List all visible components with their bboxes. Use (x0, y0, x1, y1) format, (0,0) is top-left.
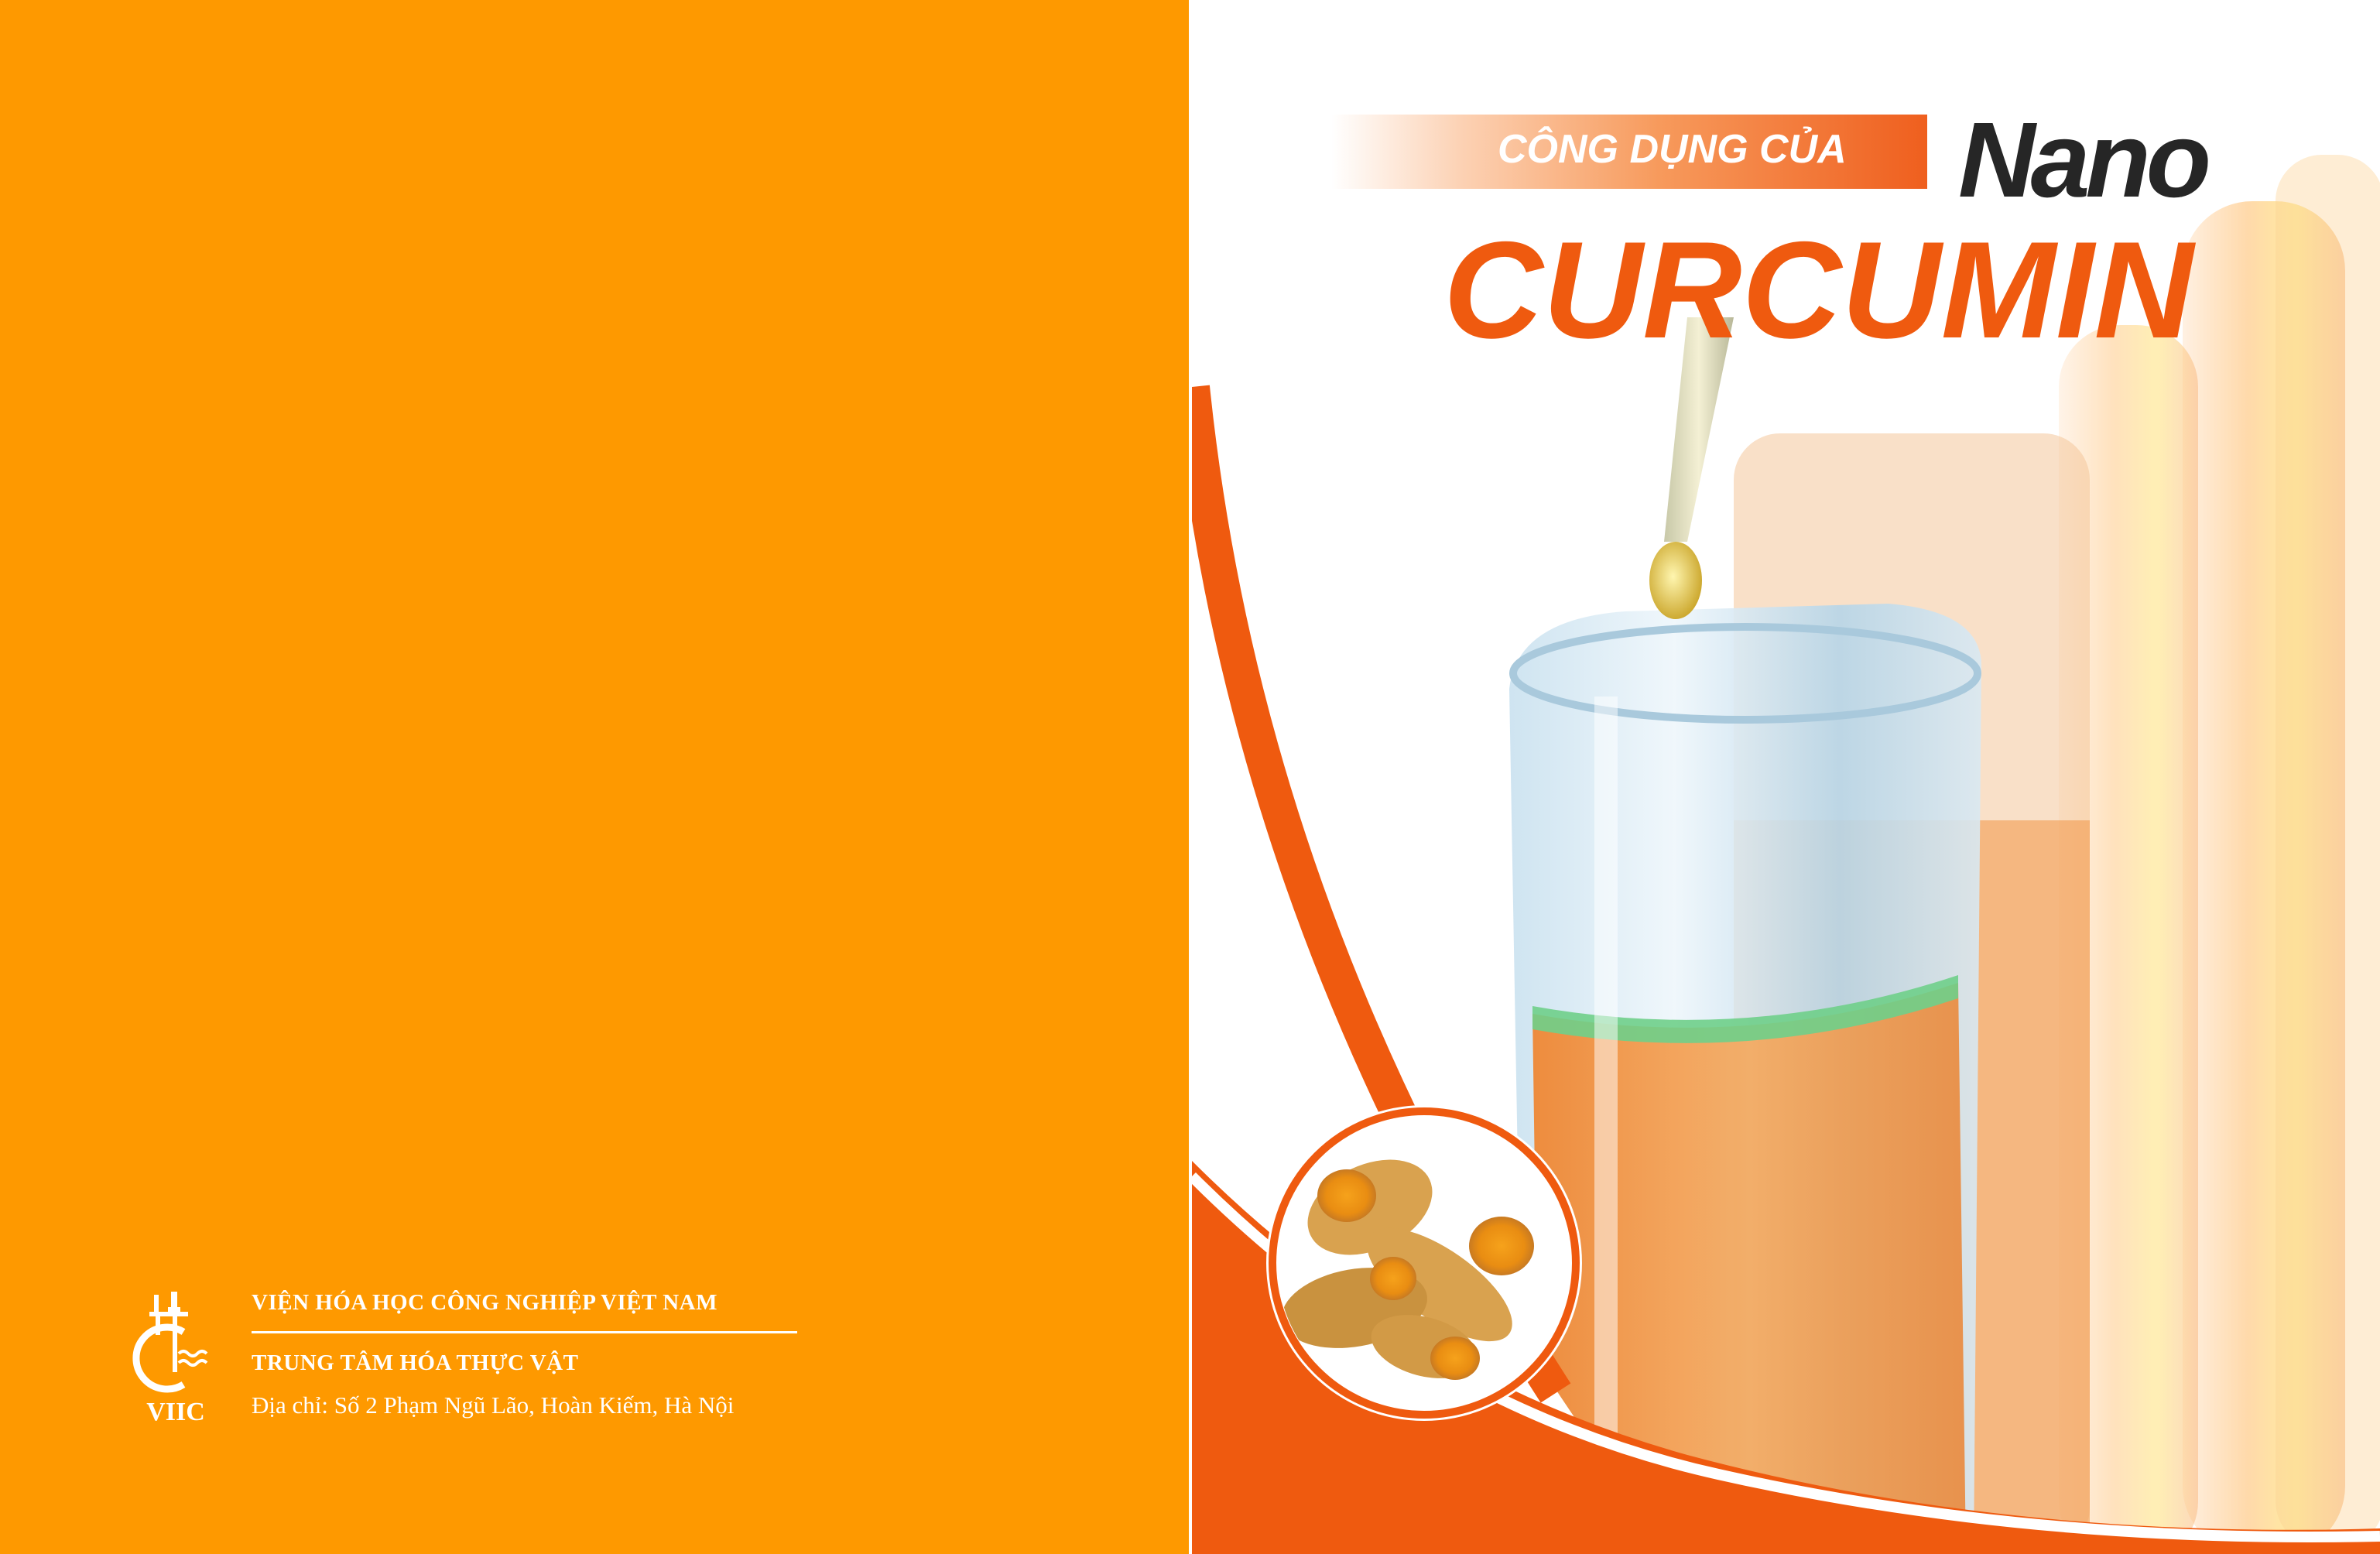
divider-rule (252, 1331, 797, 1333)
cover-title-nano: Nano (1958, 101, 2211, 220)
address-line: Địa chỉ: Số 2 Phạm Ngũ Lão, Hoàn Kiếm, H… (252, 1391, 735, 1419)
organization-name: VIỆN HÓA HỌC CÔNG NGHIỆP VIỆT NAM (252, 1290, 717, 1315)
center-name: TRUNG TÂM HÓA THỰC VẬT (252, 1350, 579, 1375)
cover-title-main: CURCUMIN (1443, 213, 2194, 367)
cover-subtitle: CÔNG DỤNG CỦA (1498, 127, 1847, 172)
test-tube-front (1509, 604, 1981, 1554)
front-cover: CÔNG DỤNG CỦA Nano CURCUMIN (1192, 0, 2380, 1554)
publisher-text: VIỆN HÓA HỌC CÔNG NGHIỆP VIỆT NAM TRUNG … (252, 1290, 824, 1419)
logo-text: VIIC (146, 1398, 205, 1426)
back-cover: VIIC VIỆN HÓA HỌC CÔNG NGHIỆP VIỆT NAM T… (0, 0, 1189, 1554)
viic-logo-icon: VIIC (132, 1292, 208, 1426)
turmeric-root-icon (1266, 1105, 1582, 1421)
